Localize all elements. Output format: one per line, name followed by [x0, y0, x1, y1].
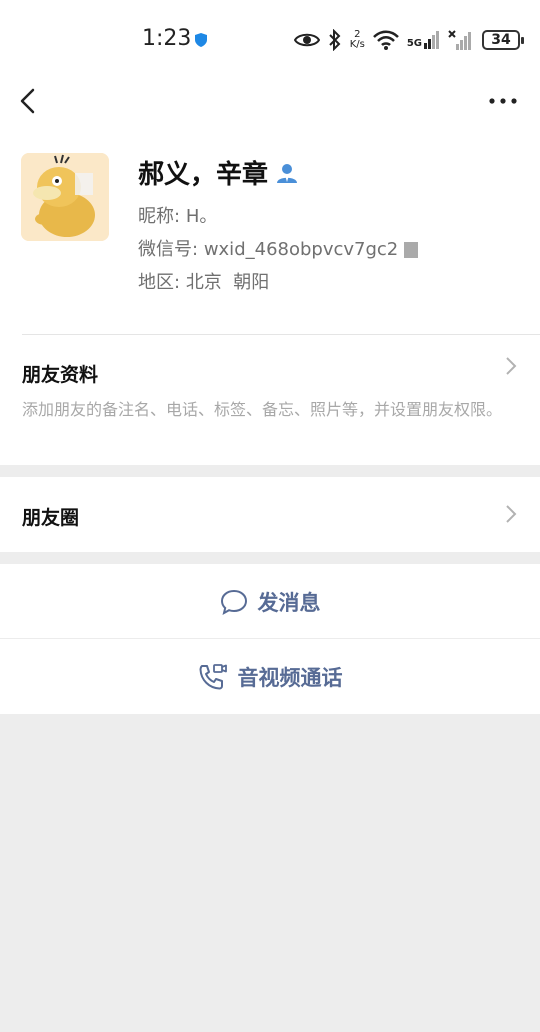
wechat-id-value: wxid_468obpvcv7gc2 — [203, 239, 399, 260]
chevron-right-icon — [506, 505, 517, 523]
video-call-label: 音视频通话 — [237, 665, 343, 690]
contact-name: 郝义，辛章 — [138, 160, 269, 190]
region-label: 地区: — [138, 272, 181, 293]
duck-avatar-icon — [21, 153, 109, 241]
friend-info-row[interactable]: 朋友资料 添加朋友的备注名、电话、标签、备忘、照片等，并设置朋友权限。 — [0, 334, 540, 465]
signal-off-icon — [448, 30, 471, 50]
redaction-block — [404, 242, 418, 258]
status-time: 1:23 — [142, 26, 192, 51]
status-bar: 1:23 2 K/s 5G 34 — [0, 0, 540, 80]
name-row: 郝义，辛章 — [138, 154, 298, 191]
more-button[interactable] — [488, 88, 518, 114]
back-button[interactable] — [14, 86, 42, 116]
chevron-left-icon — [20, 88, 35, 114]
contact-person-icon — [277, 163, 298, 183]
region-line: 地区: 北京 朝阳 — [138, 268, 269, 294]
friend-info-title: 朋友资料 — [22, 364, 99, 386]
battery-indicator: 34 — [482, 30, 524, 50]
phone-video-icon — [199, 663, 227, 689]
chevron-right-icon — [506, 357, 517, 375]
wifi-icon — [372, 30, 399, 50]
profile-card: 郝义，辛章 昵称: H。 微信号: wxid_468obpvcv7gc2 地区:… — [0, 122, 540, 334]
shield-icon — [195, 33, 207, 47]
eye-icon — [293, 33, 320, 47]
send-message-label: 发消息 — [257, 590, 321, 615]
moments-row[interactable]: 朋友圈 — [0, 477, 540, 552]
region-value: 北京 朝阳 — [185, 272, 270, 293]
signal-5g: 5G — [407, 31, 440, 49]
wechat-id-line: 微信号: wxid_468obpvcv7gc2 — [138, 235, 418, 261]
video-call-button[interactable]: 音视频通话 — [0, 639, 540, 714]
send-message-button[interactable]: 发消息 — [0, 564, 540, 639]
top-bar — [0, 80, 540, 122]
nickname-value: H。 — [185, 206, 218, 227]
wechat-id-label: 微信号: — [138, 239, 199, 260]
network-speed: 2 K/s — [349, 29, 365, 50]
signal-icon — [424, 31, 439, 49]
more-dots-icon — [489, 98, 517, 104]
status-icons: 2 K/s 5G 34 — [293, 26, 524, 54]
nickname-label: 昵称: — [138, 206, 181, 227]
bluetooth-icon — [328, 29, 341, 51]
chat-bubble-icon — [220, 589, 247, 615]
friend-info-description: 添加朋友的备注名、电话、标签、备忘、照片等，并设置朋友权限。 — [22, 400, 503, 419]
divider — [22, 334, 540, 335]
nickname-line: 昵称: H。 — [138, 202, 217, 228]
moments-title: 朋友圈 — [22, 507, 80, 529]
avatar[interactable] — [21, 153, 109, 241]
